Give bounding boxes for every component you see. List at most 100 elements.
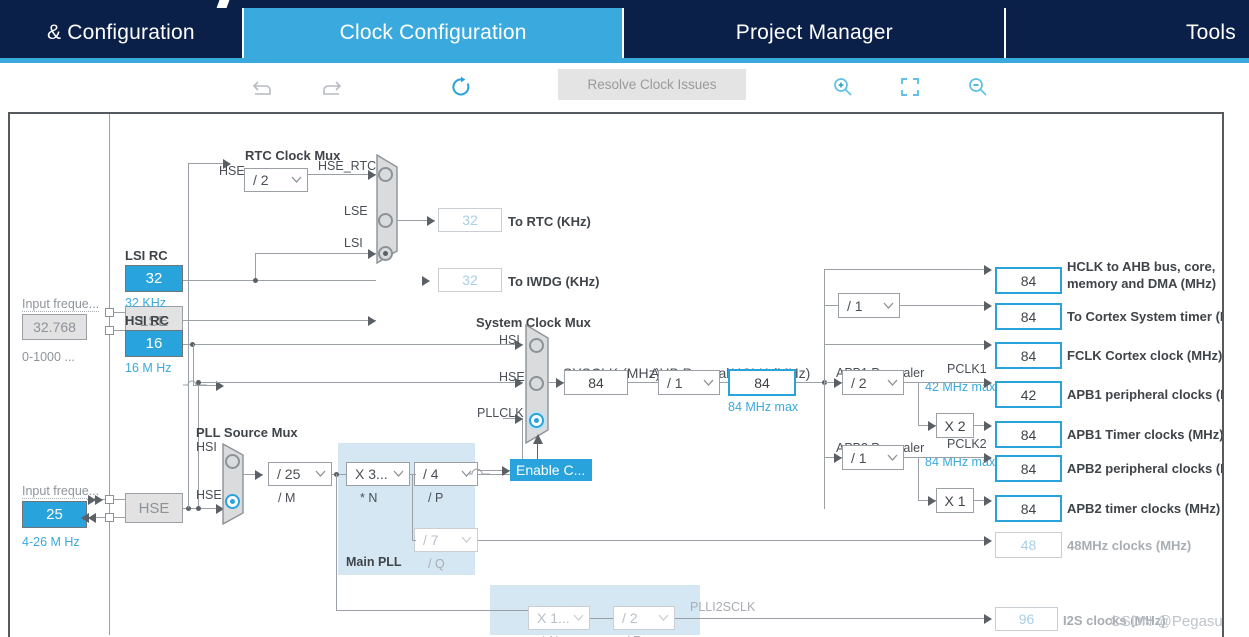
enable-css-button[interactable]: Enable C... <box>510 459 592 481</box>
zoom-out-icon[interactable] <box>961 70 995 104</box>
wire-apb2-to-pclk2 <box>904 457 990 458</box>
lse-pin-wire-1 <box>114 312 125 313</box>
plli2s-r-value: / 2 <box>622 610 638 626</box>
watermark: CSDN @PegasusYu <box>1110 613 1223 630</box>
hsi-rc-value: 16 <box>145 335 163 352</box>
rtc-hse-divider-dropdown[interactable]: / 2 <box>244 168 308 192</box>
output-value-box[interactable]: 42 <box>995 381 1062 408</box>
chevron-down-icon <box>458 529 474 551</box>
pll-mux-option-hsi[interactable] <box>225 454 240 469</box>
output-value-box[interactable]: 84 <box>995 455 1062 482</box>
hsi-rc-unit: 16 M Hz <box>125 361 172 375</box>
cortex-systimer-divider-value: / 1 <box>847 297 863 314</box>
junction-lsi <box>253 278 258 283</box>
arrow-hse-in-2 <box>95 495 103 505</box>
rtc-mux-option-lse[interactable] <box>378 213 393 228</box>
wire-lse-to-rtcmux <box>183 320 376 321</box>
rtc-lsi-label: LSI <box>344 236 363 250</box>
undo-icon[interactable] <box>246 70 280 104</box>
output-value-box[interactable]: 84 <box>995 342 1062 369</box>
sysmux-option-hse[interactable] <box>529 376 544 391</box>
pll-mux-option-hse[interactable] <box>225 494 240 509</box>
output-label-clip: APB2 peripheral clocks (MHz <box>1067 461 1222 479</box>
pll-mux-hse-label: HSE <box>196 488 222 502</box>
hclk-value-box[interactable]: 84 <box>728 369 796 396</box>
arrow-apb1-timer <box>984 421 992 431</box>
arrow-pclk2 <box>984 453 992 463</box>
reset-icon[interactable] <box>444 70 478 104</box>
pclk2-label: PCLK2 <box>947 437 987 451</box>
sysclk-value-box[interactable]: 84 <box>564 370 628 395</box>
output-value: 48 <box>1020 537 1037 553</box>
arrow-pclk1 <box>984 378 992 388</box>
plli2s-r-divider-dropdown[interactable]: / 2 <box>613 606 675 630</box>
clock-tree-inner: Input freque... 32.768 0-1000 ... LSE LS… <box>10 114 1223 637</box>
hse-block[interactable]: HSE <box>125 493 183 523</box>
apb1-prescaler-dropdown[interactable]: / 2 <box>842 370 904 395</box>
arrow-to-iwdg <box>422 276 430 286</box>
hse-input-frequency-field[interactable]: 25 <box>22 501 87 528</box>
arrow-hclk-ahbbus <box>984 265 992 275</box>
output-value-box[interactable]: 84 <box>995 267 1062 294</box>
arrow-sysclk <box>556 378 564 388</box>
apb1-timer-multiplier-value: X 2 <box>944 417 966 434</box>
tab-pinout-and-configuration[interactable]: & Configuration <box>0 8 242 58</box>
cortex-systimer-divider-dropdown[interactable]: / 1 <box>838 293 900 318</box>
pclk1-label: PCLK1 <box>947 362 987 376</box>
wire-hop-hsi <box>183 380 207 386</box>
resolve-clock-issues-button[interactable]: Resolve Clock Issues <box>558 69 746 100</box>
hsi-rc-value-box[interactable]: 16 <box>125 330 183 357</box>
tab-label: Project Manager <box>735 21 893 44</box>
sysmux-option-hsi[interactable] <box>529 338 544 353</box>
plli2s-n-multiplier-dropdown[interactable]: X 1... <box>528 606 590 630</box>
fit-to-screen-icon[interactable] <box>893 70 927 104</box>
redo-icon[interactable] <box>314 70 348 104</box>
arrow-apb2-presc <box>834 453 842 463</box>
tab-tools[interactable]: Tools <box>1006 8 1249 58</box>
pll-n-label: * N <box>360 491 378 505</box>
pll-n-multiplier-dropdown[interactable]: X 3... <box>346 462 410 486</box>
sysclk-value: 84 <box>588 374 604 391</box>
tab-notch <box>216 0 230 8</box>
chevron-down-icon <box>390 463 406 485</box>
output-value-box[interactable]: 84 <box>995 421 1062 448</box>
apb2-prescaler-dropdown[interactable]: / 1 <box>842 445 904 470</box>
wire-q-to-48mhz <box>478 540 990 541</box>
output-label: HCLK to AHB bus, core, <box>1067 260 1216 274</box>
pll-q-divider-dropdown[interactable]: / 7 <box>414 528 478 552</box>
pll-m-value: / 25 <box>277 466 301 482</box>
output-value-box[interactable]: 84 <box>995 495 1062 522</box>
lsi-rc-value-box[interactable]: 32 <box>125 265 183 292</box>
output-value-box[interactable]: 84 <box>995 303 1062 330</box>
clock-tree-canvas[interactable]: Input freque... 32.768 0-1000 ... LSE LS… <box>8 112 1224 637</box>
hse-pin-link-1 <box>114 499 125 500</box>
tab-clock-configuration[interactable]: Clock Configuration <box>243 8 623 58</box>
wire-lsi-to-iwdg <box>183 280 376 281</box>
rtc-mux-option-hse-rtc[interactable] <box>378 167 393 182</box>
lse-input-frequency-field[interactable]: 32.768 <box>22 314 87 340</box>
chevron-down-icon <box>288 169 304 191</box>
output-value: 84 <box>1020 308 1037 325</box>
wire-hse-vertical <box>188 163 189 508</box>
enable-css-label: Enable C... <box>516 462 586 478</box>
pll-m-divider-dropdown[interactable]: / 25 <box>268 462 332 486</box>
hse-pin-out <box>105 513 114 522</box>
wire-lsi-branch-up <box>255 253 256 281</box>
zoom-in-icon[interactable] <box>826 70 860 104</box>
arrow-apb2-timer <box>984 496 992 506</box>
ahb-prescaler-dropdown[interactable]: / 1 <box>658 370 720 395</box>
rtc-hse-divider-value: / 2 <box>253 172 269 188</box>
output-label: APB2 timer clocks (MHz) <box>1067 501 1221 516</box>
output-label: APB1 peripheral clocks (MHz <box>1067 387 1222 402</box>
sysmux-hsi-label: HSI <box>499 333 520 347</box>
output-label: APB2 peripheral clocks (MHz <box>1067 461 1222 476</box>
output-label: 48MHz clocks (MHz) <box>1067 538 1192 553</box>
wire-hop-css <box>468 468 490 475</box>
rtc-mux-option-lsi[interactable] <box>378 246 393 261</box>
sysmux-option-pllclk[interactable] <box>529 413 544 428</box>
tab-project-manager[interactable]: Project Manager <box>624 8 1005 58</box>
output-value: 84 <box>1020 347 1037 364</box>
pll-mux-hsi-label: HSI <box>196 440 217 454</box>
hse-pin-in <box>105 495 114 504</box>
wire-n-branch-q <box>412 474 413 540</box>
